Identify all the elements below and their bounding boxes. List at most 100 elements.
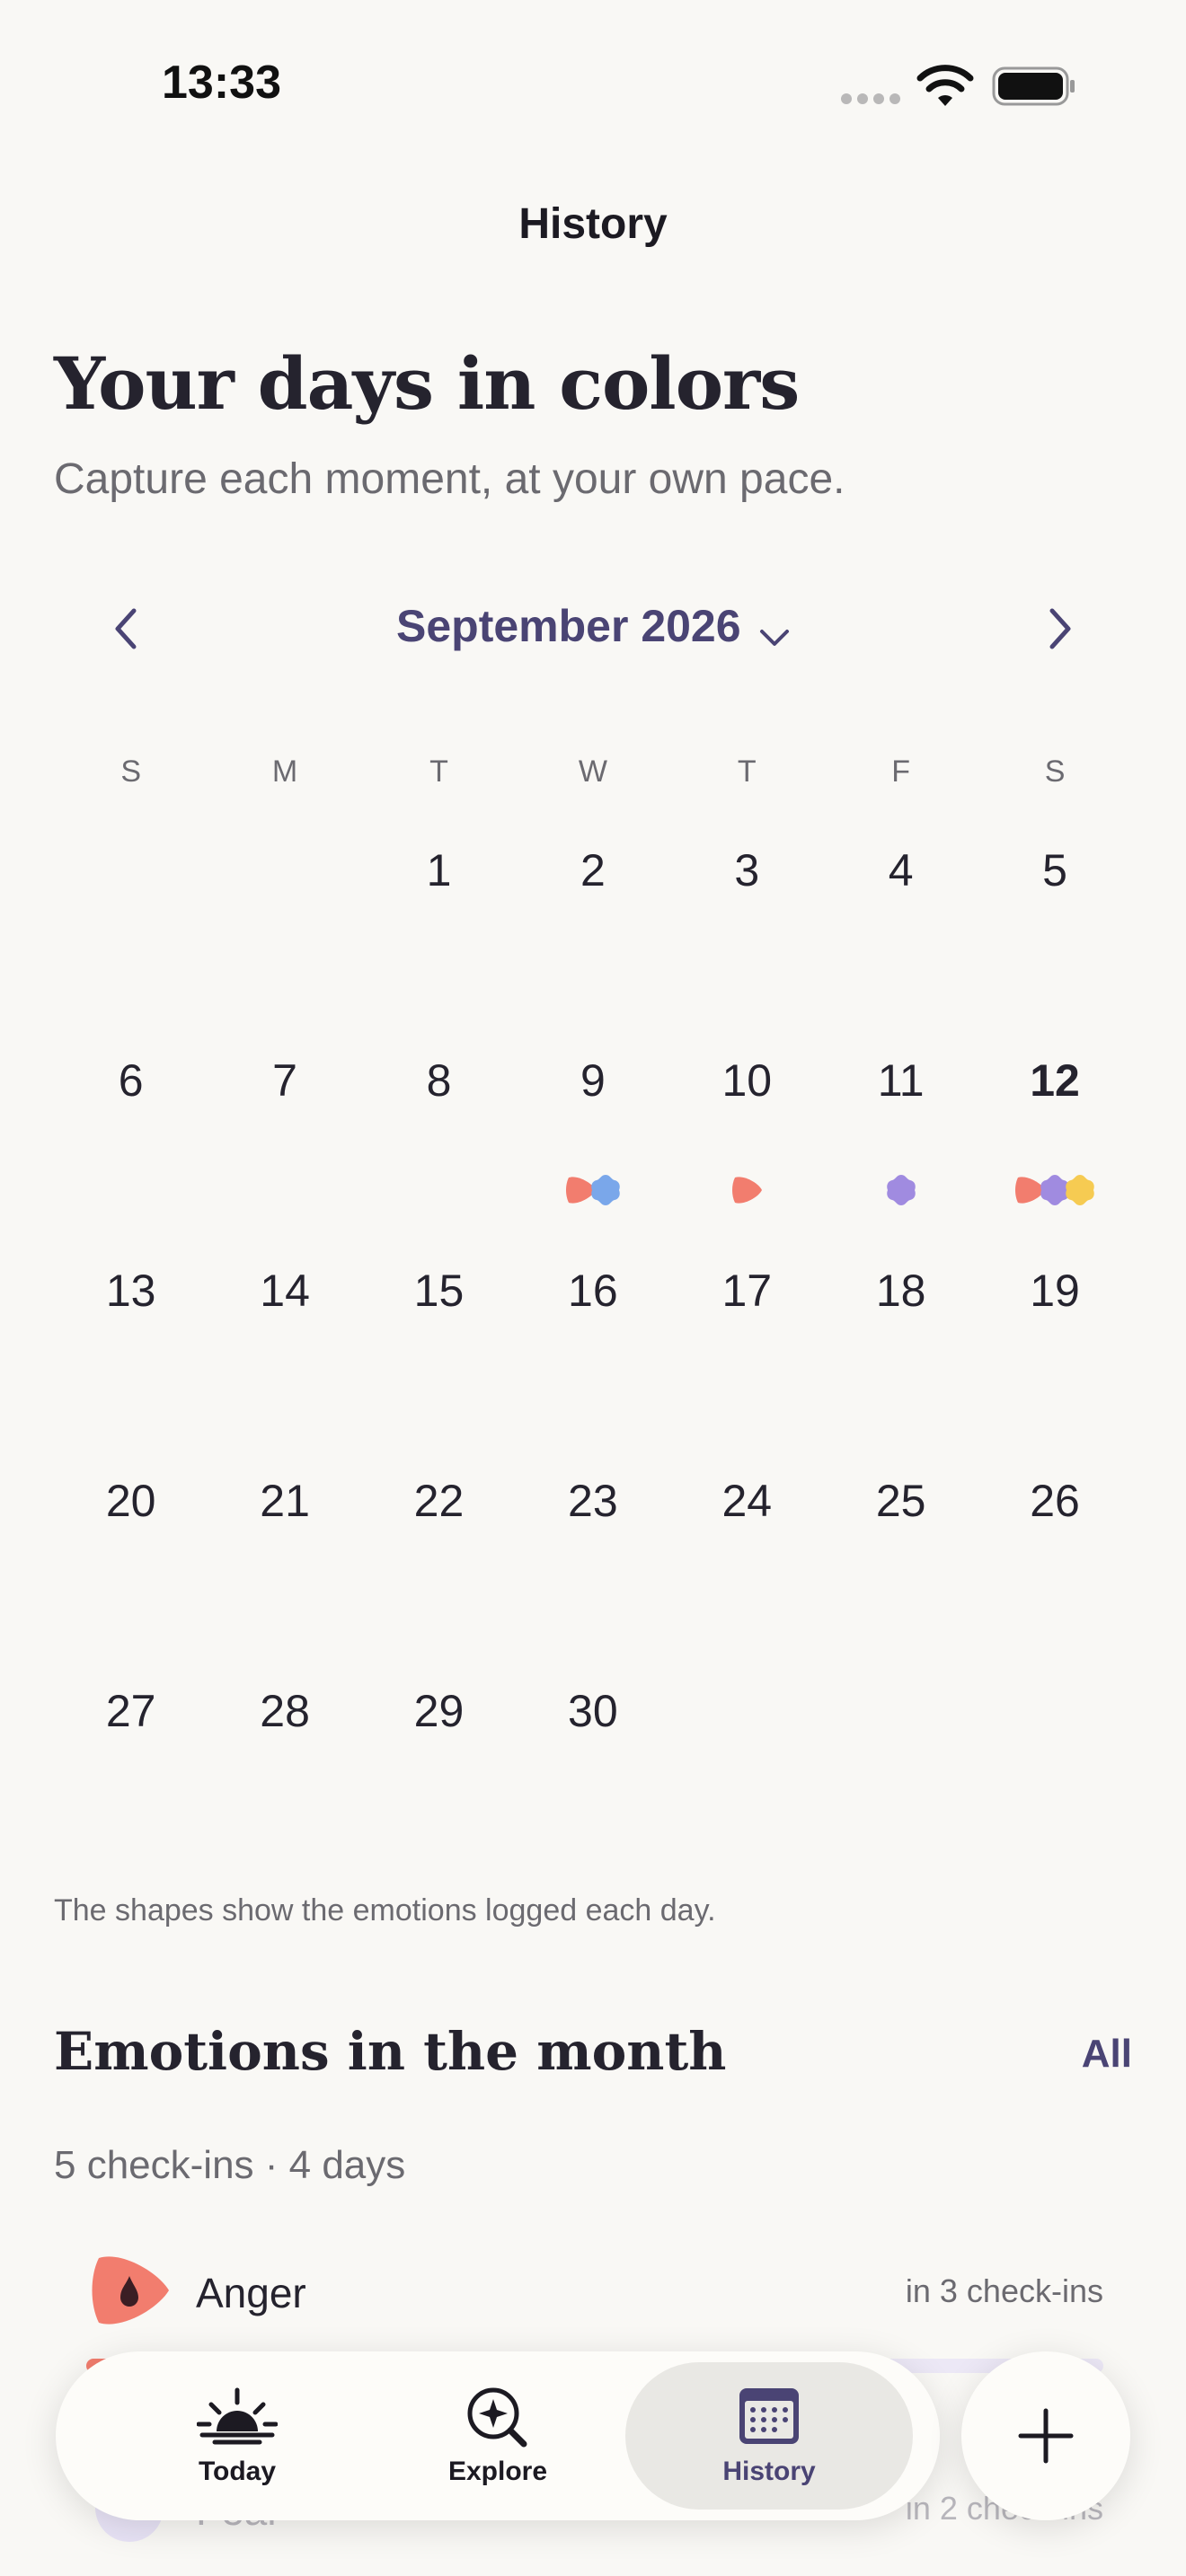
next-month-button[interactable]	[1024, 593, 1096, 665]
calendar-day[interactable]: 14	[208, 1265, 361, 1475]
fear-shape-icon	[884, 1173, 918, 1207]
weekday-label: F	[891, 754, 911, 789]
calendar-day[interactable]: 13	[54, 1265, 208, 1475]
calendar-day-number: 29	[413, 1686, 465, 1736]
calendar-day-number: 28	[260, 1686, 310, 1736]
checkin-summary: 5 check-ins · 4 days	[54, 2143, 406, 2187]
calendar-caption: The shapes show the emotions logged each…	[54, 1893, 716, 1928]
emotion-row-anger[interactable]: Anger in 3 check-ins	[86, 2247, 1103, 2373]
calendar-day-number: 19	[1030, 1266, 1080, 1316]
calendar-day-number: 26	[1030, 1476, 1080, 1526]
calendar-week-row: 1 2 3 4 5	[54, 844, 1132, 1054]
calendar-day-number: 18	[875, 1266, 926, 1316]
calendar-day[interactable]: 25	[824, 1475, 978, 1685]
calendar-day[interactable]: 1	[362, 844, 516, 1054]
calendar-day[interactable]: 21	[208, 1475, 361, 1685]
tab-bar: Today Explore History	[56, 2351, 940, 2520]
calendar-empty-cell	[824, 1685, 978, 1895]
emotion-count: in 3 check-ins	[905, 2272, 1103, 2309]
weekday-label: W	[578, 754, 607, 789]
calendar-day-number: 14	[260, 1266, 310, 1316]
calendar-day[interactable]: 16	[516, 1265, 669, 1475]
calendar-day[interactable]: 7	[208, 1054, 361, 1265]
status-time: 13:33	[162, 57, 281, 109]
cellular-icon	[841, 93, 900, 104]
add-checkin-button[interactable]	[961, 2351, 1130, 2520]
calendar-day[interactable]: 20	[54, 1475, 208, 1685]
calendar-day[interactable]: 10	[670, 1054, 824, 1265]
calendar-day-number: 22	[413, 1476, 465, 1526]
calendar-day-number: 5	[1042, 845, 1067, 895]
calendar-week-row: 6 7 8 9 10 11 12	[54, 1054, 1132, 1265]
calendar-day-number: 23	[568, 1476, 618, 1526]
section-title: Emotions in the month	[54, 2021, 727, 2082]
sadness-shape-icon	[589, 1173, 623, 1207]
calendar-day[interactable]: 9	[516, 1054, 669, 1265]
calendar-day[interactable]: 23	[516, 1475, 669, 1685]
tab-explore[interactable]: Explore	[354, 2362, 642, 2510]
calendar-day[interactable]: 8	[362, 1054, 516, 1265]
tab-history[interactable]: History	[625, 2362, 913, 2510]
chevron-right-icon	[1049, 608, 1071, 649]
weekday-label: T	[429, 754, 448, 789]
day-emotion-shapes	[670, 1173, 824, 1207]
calendar-day[interactable]: 5	[978, 844, 1131, 1054]
emotion-name: Anger	[196, 2270, 306, 2316]
sunrise-icon	[197, 2387, 278, 2445]
calendar-day-number: 27	[105, 1686, 156, 1736]
page-subtitle: Capture each moment, at your own pace.	[54, 455, 845, 503]
calendar-grid: 1 2 3 4 5 6 7 8 9 10 11 12 13 14 15 16 17 18 19 20 21 22 23 24 2…	[54, 844, 1132, 1895]
calendar-day-number: 8	[426, 1055, 452, 1106]
page-title: Your days in colors	[54, 341, 800, 426]
calendar-day[interactable]: 3	[670, 844, 824, 1054]
calendar-day[interactable]: 28	[208, 1685, 361, 1895]
calendar-day[interactable]: 27	[54, 1685, 208, 1895]
calendar-day[interactable]: 30	[516, 1685, 669, 1895]
see-all-link[interactable]: All	[1082, 2032, 1132, 2077]
calendar-day-number: 11	[877, 1055, 925, 1106]
calendar-day[interactable]: 22	[362, 1475, 516, 1685]
calendar-day[interactable]: 17	[670, 1265, 824, 1475]
calendar-day-number: 15	[413, 1266, 465, 1316]
calendar-day-number: 1	[426, 845, 452, 895]
calendar-empty-cell	[670, 1685, 824, 1895]
calendar-day[interactable]: 29	[362, 1685, 516, 1895]
calendar-day[interactable]: 4	[824, 844, 978, 1054]
calendar-week-row: 20 21 22 23 24 25 26	[54, 1475, 1132, 1685]
calendar-day-number: 30	[568, 1686, 618, 1736]
tab-today[interactable]: Today	[93, 2362, 381, 2510]
calendar-icon	[739, 2388, 799, 2444]
calendar-day-number: 13	[105, 1266, 156, 1316]
calendar-day[interactable]: 18	[824, 1265, 978, 1475]
calendar-day-number: 3	[734, 845, 760, 895]
calendar-day[interactable]: 19	[978, 1265, 1131, 1475]
calendar-day[interactable]: 6	[54, 1054, 208, 1265]
month-picker[interactable]: September 2026	[54, 600, 1132, 652]
weekday-label: S	[1044, 754, 1066, 789]
calendar-empty-cell	[54, 844, 208, 1054]
tab-label: History	[722, 2457, 816, 2486]
calendar-day-number: 4	[888, 845, 914, 895]
month-navigation: September 2026	[54, 593, 1132, 665]
calendar-day-number: 10	[721, 1055, 773, 1106]
calendar-week-row: 13 14 15 16 17 18 19	[54, 1265, 1132, 1475]
calendar-day[interactable]: 2	[516, 844, 669, 1054]
anger-flame-icon	[92, 2256, 169, 2325]
wifi-icon	[916, 65, 974, 106]
tab-label: Explore	[447, 2457, 548, 2486]
nav-title: History	[518, 200, 668, 248]
calendar-day[interactable]: 11	[824, 1054, 978, 1265]
calendar-day-number: 21	[260, 1476, 310, 1526]
month-label: September 2026	[396, 601, 741, 651]
calendar-day[interactable]: 24	[670, 1475, 824, 1685]
calendar-day-number: 25	[875, 1476, 926, 1526]
calendar-day[interactable]: 12	[978, 1054, 1131, 1265]
calendar-day-number: 17	[721, 1266, 773, 1316]
weekday-label: S	[120, 754, 142, 789]
anger-shape-icon	[730, 1173, 764, 1207]
plus-icon	[1018, 2408, 1074, 2464]
calendar-day-number: 20	[105, 1476, 156, 1526]
calendar-day[interactable]: 26	[978, 1475, 1131, 1685]
calendar-day-number: 6	[118, 1055, 144, 1106]
calendar-day[interactable]: 15	[362, 1265, 516, 1475]
